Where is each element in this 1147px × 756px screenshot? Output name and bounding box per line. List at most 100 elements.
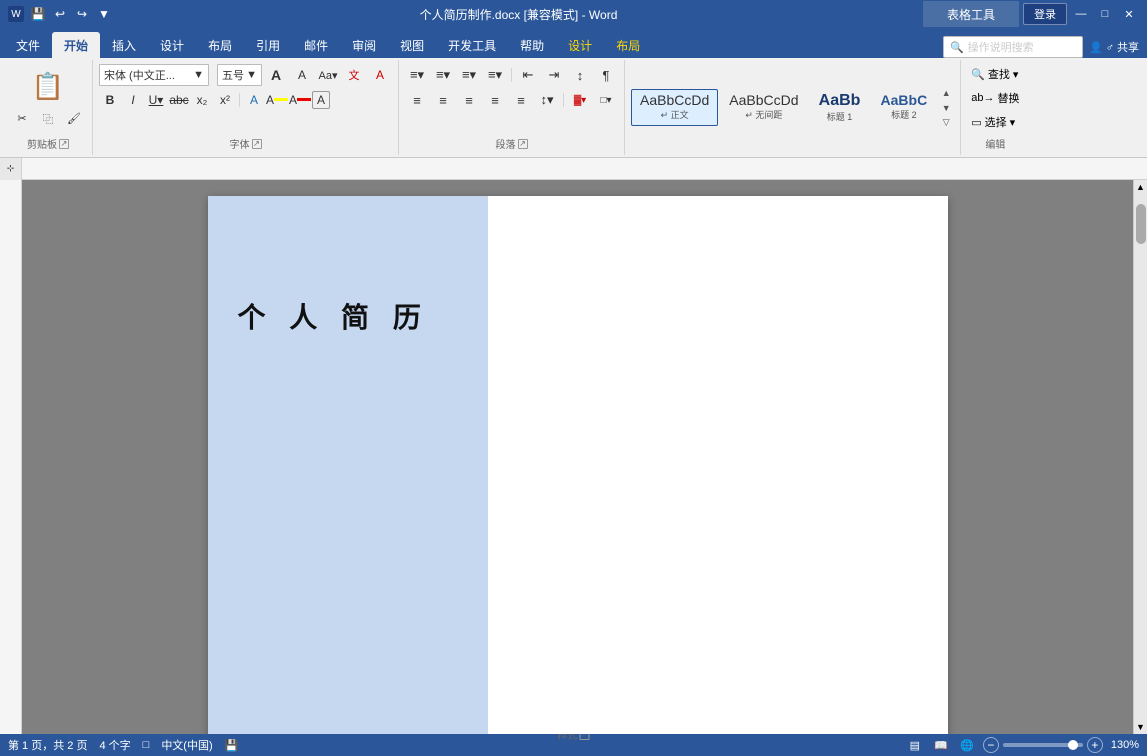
zoom-thumb[interactable]	[1068, 740, 1078, 750]
copy-button[interactable]: ⿻	[36, 108, 60, 130]
style-no-spacing[interactable]: AaBbCcDd ↵ 无间距	[720, 89, 807, 126]
title-bar-right: 表格工具 登录 — □ ✕	[923, 1, 1139, 27]
clear-format-btn[interactable]: A	[368, 64, 392, 86]
text-effect-button[interactable]: A	[243, 89, 265, 111]
border-btn[interactable]: □▾	[594, 89, 618, 111]
extra-tab-group: 表格工具	[923, 1, 1019, 27]
tab-design[interactable]: 设计	[148, 32, 196, 58]
align-right-btn[interactable]: ≡	[457, 89, 481, 111]
select-icon: ▭	[971, 116, 981, 129]
style-no-spacing-preview: AaBbCcDd	[729, 92, 798, 108]
save-quick-btn[interactable]: 💾	[28, 4, 48, 24]
vertical-ruler	[0, 180, 22, 734]
paste-button[interactable]: 📋	[26, 67, 70, 106]
font-name-selector[interactable]: 宋体 (中文正... ▼	[99, 64, 209, 86]
paragraph-group-label: 段落 ↗	[405, 134, 618, 153]
cut-button[interactable]: ✂	[10, 108, 34, 130]
tab-table-design[interactable]: 设计	[556, 32, 604, 58]
customize-quick-btn[interactable]: ▼	[94, 4, 114, 24]
tab-help[interactable]: 帮助	[508, 32, 556, 58]
page-right-column[interactable]	[488, 196, 948, 734]
document-scroll-area[interactable]: ⊹ 个 人 简 历	[0, 180, 1133, 734]
outline-list-btn[interactable]: ≡▾	[457, 64, 481, 86]
style-h1[interactable]: AaBb 标题 1	[810, 89, 870, 126]
tab-layout[interactable]: 布局	[196, 32, 244, 58]
font-size-down-btn[interactable]: A	[290, 64, 314, 86]
paragraph-expand-btn[interactable]: ↗	[518, 139, 528, 149]
change-case-btn[interactable]: Aa▾	[316, 64, 340, 86]
tab-insert[interactable]: 插入	[100, 32, 148, 58]
bullet-list-btn[interactable]: ≡▾	[405, 64, 429, 86]
text-border-btn[interactable]: A	[312, 91, 330, 109]
replace-icon: ab→	[971, 92, 994, 104]
justify-btn[interactable]: ≡	[483, 89, 507, 111]
show-marks-btn[interactable]: ¶	[594, 64, 618, 86]
para-row-2: ≡ ≡ ≡ ≡ ≡ ↕▾ ▓▾ □▾	[405, 89, 618, 111]
close-btn[interactable]: ✕	[1119, 4, 1139, 24]
select-button[interactable]: ▭ 选择 ▾	[967, 112, 1019, 132]
distributed-btn[interactable]: ≡	[509, 89, 533, 111]
superscript-button[interactable]: x²	[214, 89, 236, 111]
ruler-corner[interactable]: ⊹	[0, 158, 22, 180]
text-highlight-button[interactable]: A	[266, 89, 288, 111]
tab-mailings[interactable]: 邮件	[292, 32, 340, 58]
tab-review[interactable]: 审阅	[340, 32, 388, 58]
tab-developer[interactable]: 开发工具	[436, 32, 508, 58]
bold-button[interactable]: B	[99, 89, 121, 111]
tab-view[interactable]: 视图	[388, 32, 436, 58]
tab-file[interactable]: 文件	[4, 32, 52, 58]
scroll-thumb[interactable]	[1136, 204, 1146, 244]
replace-button[interactable]: ab→ 替换	[967, 88, 1023, 108]
scroll-track[interactable]	[1134, 194, 1147, 720]
login-button[interactable]: 登录	[1023, 3, 1067, 25]
redo-quick-btn[interactable]: ↪	[72, 4, 92, 24]
style-h2-label: 标题 2	[891, 108, 917, 121]
strikethrough-button[interactable]: abc	[168, 89, 190, 111]
subscript-button[interactable]: x₂	[191, 89, 213, 111]
numbered-list-btn[interactable]: ≡▾	[431, 64, 455, 86]
font-size-selector[interactable]: 五号 ▼	[217, 64, 262, 86]
styles-scroll-down[interactable]: ▼	[938, 101, 954, 115]
scroll-up-arrow[interactable]: ▲	[1134, 180, 1147, 194]
font-color-button[interactable]: A	[289, 89, 311, 111]
tab-references[interactable]: 引用	[244, 32, 292, 58]
ribbon: 📋 ✂ ⿻ 🖌 剪贴板 ↗ 宋体 (中文正... ▼	[0, 58, 1147, 158]
maximize-btn[interactable]: □	[1095, 4, 1115, 24]
undo-quick-btn[interactable]: ↩	[50, 4, 70, 24]
format-painter-button[interactable]: 🖌	[62, 108, 86, 130]
minimize-btn[interactable]: —	[1071, 4, 1091, 24]
tab-table-layout[interactable]: 布局	[604, 32, 652, 58]
align-center-btn[interactable]: ≡	[431, 89, 455, 111]
font-size-up-btn[interactable]: A	[264, 64, 288, 86]
style-normal[interactable]: AaBbCcDd ↵ 正文	[631, 89, 718, 126]
zoom-slider[interactable]	[1003, 743, 1083, 747]
pinyin-btn[interactable]: 文	[342, 64, 366, 86]
multilevel-list-btn[interactable]: ≡▾	[483, 64, 507, 86]
word-logo-icon: W	[8, 6, 24, 22]
decrease-indent-btn[interactable]: ⇤	[516, 64, 540, 86]
font-size-dropdown-icon: ▼	[246, 69, 257, 81]
line-spacing-btn[interactable]: ↕▾	[535, 89, 559, 111]
title-bar: W 💾 ↩ ↪ ▼ 个人简历制作.docx [兼容模式] - Word 表格工具…	[0, 0, 1147, 28]
font-expand-btn[interactable]: ↗	[252, 139, 262, 149]
clipboard-group: 📋 ✂ ⿻ 🖌 剪贴板 ↗	[4, 60, 93, 155]
styles-scroll-up[interactable]: ▲	[938, 86, 954, 100]
align-left-btn[interactable]: ≡	[405, 89, 429, 111]
increase-indent-btn[interactable]: ⇥	[542, 64, 566, 86]
shading-btn[interactable]: ▓▾	[568, 89, 592, 111]
styles-expand-btn[interactable]: ▽	[938, 116, 954, 130]
share-button[interactable]: 👤 ♂ 共享	[1089, 39, 1139, 55]
style-h1-label: 标题 1	[827, 110, 853, 123]
clipboard-expand-btn[interactable]: ↗	[59, 139, 69, 149]
tab-home[interactable]: 开始	[52, 32, 100, 58]
underline-button[interactable]: U▾	[145, 89, 167, 111]
style-h2[interactable]: AaBbC 标题 2	[872, 89, 937, 126]
find-button[interactable]: 🔍 查找 ▾	[967, 64, 1022, 84]
ruler-svg	[22, 158, 1147, 180]
font-group: 宋体 (中文正... ▼ 五号 ▼ A A Aa▾ 文 A B I U▾ abc	[93, 60, 399, 155]
table-tools-tab[interactable]: 表格工具	[935, 1, 1007, 27]
italic-button[interactable]: I	[122, 89, 144, 111]
sort-btn[interactable]: ↕	[568, 64, 592, 86]
search-bar[interactable]: 🔍 操作说明搜索	[943, 36, 1083, 58]
select-dropdown-icon: ▾	[1010, 116, 1016, 129]
